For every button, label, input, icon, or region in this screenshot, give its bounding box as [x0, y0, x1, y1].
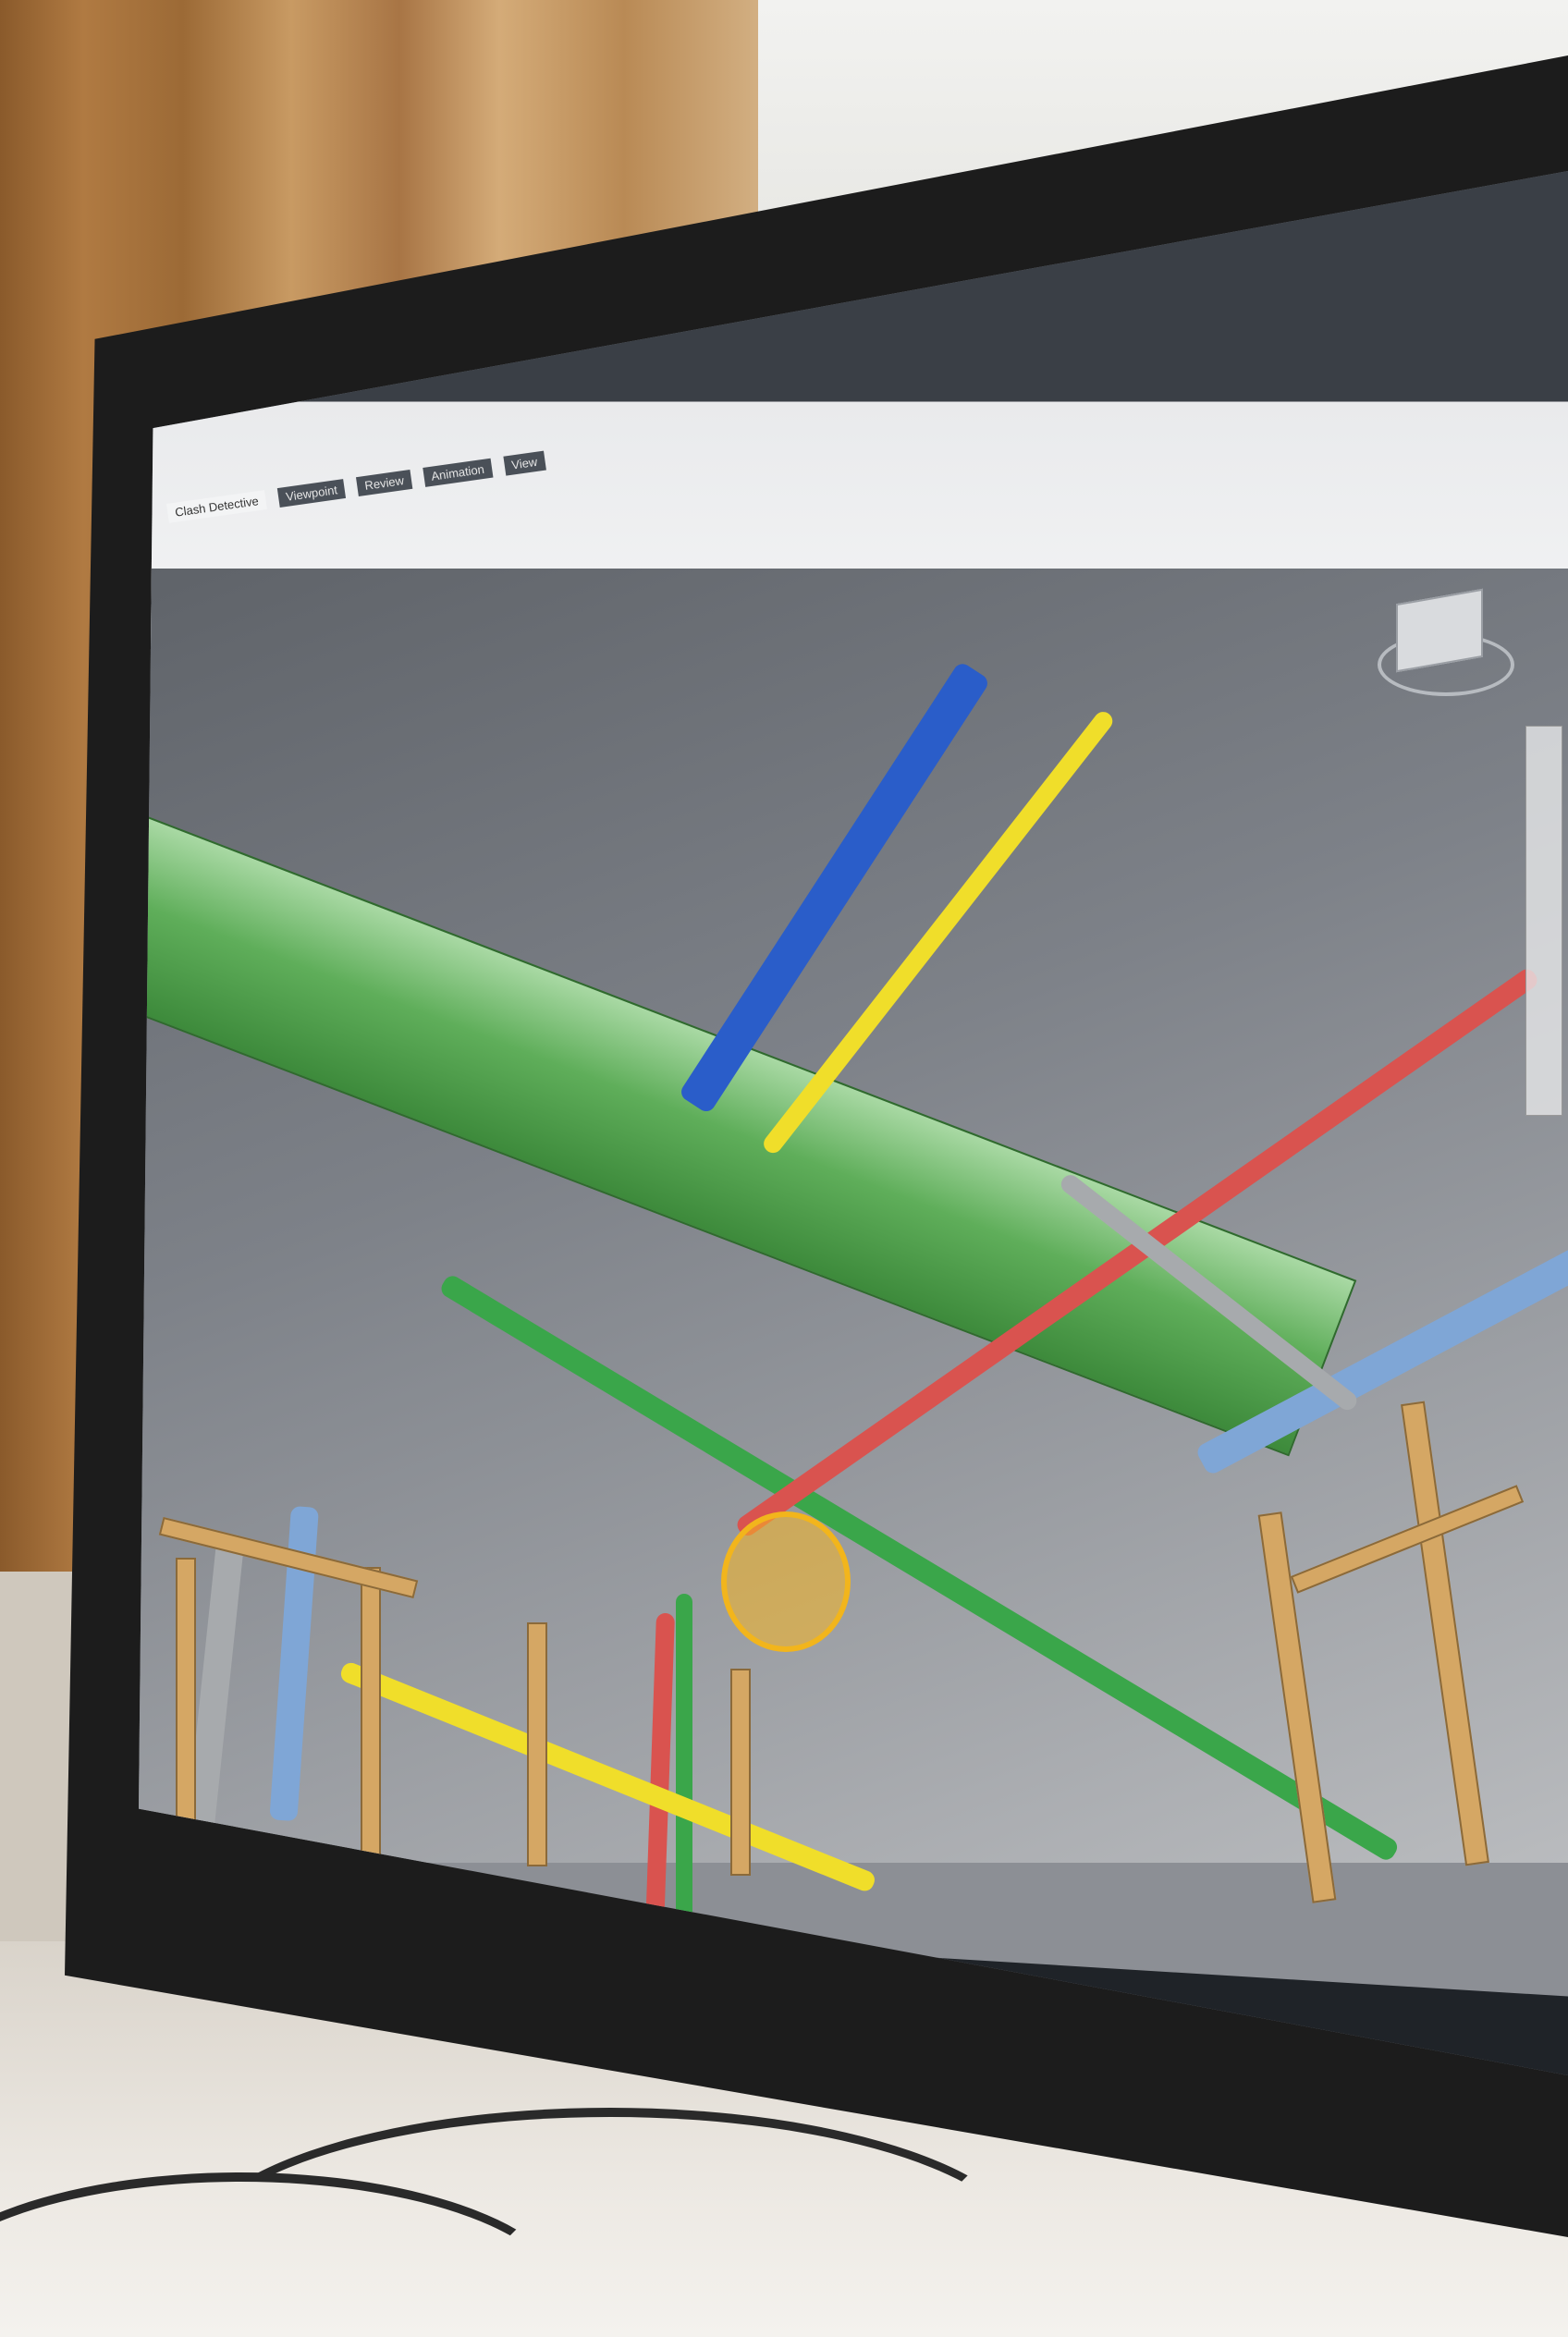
ribbon-tabs: Clash Detective Viewpoint Review Animation V…	[166, 450, 546, 523]
wall-stud	[730, 1669, 751, 1876]
ribbon-tab[interactable]: Clash Detective	[166, 490, 267, 523]
monitor-screen: Clash Detective Viewpoint Review Animation V…	[139, 171, 1568, 2075]
ribbon-tab[interactable]: Viewpoint	[276, 479, 347, 508]
wall-stud	[527, 1622, 547, 1866]
hvac-duct[interactable]	[139, 814, 1357, 1457]
top-plate	[1290, 1485, 1525, 1594]
ribbon-tab[interactable]: View	[503, 450, 546, 476]
wall-stud	[176, 1558, 196, 1857]
yellow-pipe-lower[interactable]	[337, 1659, 877, 1894]
3d-viewport[interactable]	[139, 569, 1568, 2075]
clash-marker[interactable]	[721, 1511, 851, 1652]
photo-scene: Clash Detective Viewpoint Review Animation V…	[0, 0, 1568, 2337]
ribbon-tab[interactable]: Animation	[423, 458, 494, 487]
ribbon-tab[interactable]: Review	[356, 470, 413, 496]
wall-stud	[1401, 1401, 1489, 1866]
wall-stud	[361, 1567, 381, 1866]
blue-pipe[interactable]	[678, 660, 991, 1115]
navigation-bar[interactable]	[1525, 726, 1562, 1116]
